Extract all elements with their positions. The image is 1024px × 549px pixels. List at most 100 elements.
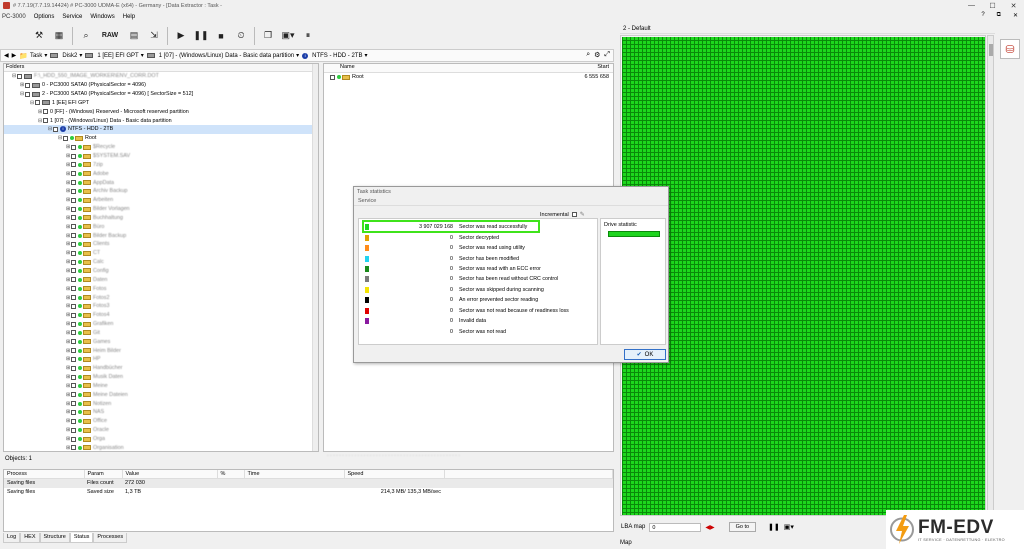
column-name[interactable]: Name bbox=[324, 64, 568, 72]
tree-item[interactable]: ⊞ Büro bbox=[4, 222, 318, 231]
table-row[interactable]: Saving files Files count 272 030 bbox=[4, 478, 613, 488]
item-checkbox[interactable] bbox=[71, 286, 76, 292]
sector-map[interactable] bbox=[620, 35, 986, 516]
tree-item[interactable]: ⊞ Arbeiten bbox=[4, 196, 318, 205]
tree-item[interactable]: ⊞ AppData bbox=[4, 178, 318, 187]
item-checkbox[interactable] bbox=[25, 82, 30, 88]
item-checkbox[interactable] bbox=[71, 436, 76, 442]
tree-item[interactable]: ⊞ 7zip bbox=[4, 160, 318, 169]
minimize-button[interactable]: — bbox=[961, 0, 982, 11]
item-checkbox[interactable] bbox=[43, 109, 48, 115]
tree-item[interactable]: ⊟ 1 [EE] EFI GPT bbox=[4, 99, 318, 108]
settings-icon[interactable]: ⚙ bbox=[594, 51, 600, 59]
item-checkbox[interactable] bbox=[71, 374, 76, 380]
back-icon[interactable]: ◀ bbox=[4, 52, 9, 59]
lba-input[interactable]: 0 bbox=[649, 522, 702, 532]
item-checkbox[interactable] bbox=[71, 348, 76, 354]
tree-item[interactable]: ⊞ Musik Daten bbox=[4, 373, 318, 382]
pause-icon[interactable]: ❚❚ bbox=[768, 523, 780, 531]
tree-item[interactable]: ⊞ CT bbox=[4, 249, 318, 258]
item-checkbox[interactable] bbox=[71, 180, 76, 186]
menu-help[interactable]: Help bbox=[119, 14, 139, 20]
item-checkbox[interactable] bbox=[71, 312, 76, 318]
tree-item[interactable]: ⊞ Buchhaltung bbox=[4, 214, 318, 223]
item-checkbox[interactable] bbox=[71, 224, 76, 230]
tree-item[interactable]: ⊞ Bilder Vorlagen bbox=[4, 205, 318, 214]
tree-item[interactable]: ⊞ Organisation bbox=[4, 443, 318, 451]
item-checkbox[interactable] bbox=[71, 162, 76, 168]
item-checkbox[interactable] bbox=[71, 427, 76, 433]
item-checkbox[interactable] bbox=[71, 215, 76, 221]
tree-item[interactable]: ⊞ Meine Dateien bbox=[4, 390, 318, 399]
tree-item[interactable]: ⊞ Clients bbox=[4, 240, 318, 249]
tree-item[interactable]: ⊞ Grafiken bbox=[4, 320, 318, 329]
tree-item[interactable]: ⊞ Fotos3 bbox=[4, 302, 318, 311]
edit-icon[interactable]: ✎ bbox=[580, 211, 585, 218]
item-checkbox[interactable] bbox=[25, 91, 30, 97]
item-checkbox[interactable] bbox=[71, 171, 76, 177]
sector-icon[interactable]: ▤ bbox=[125, 27, 143, 45]
tree-item[interactable]: ⊞ Config bbox=[4, 267, 318, 276]
item-checkbox[interactable] bbox=[71, 268, 76, 274]
calendar-icon[interactable]: ▦ bbox=[50, 27, 68, 45]
tab-log[interactable]: Log bbox=[3, 533, 21, 543]
tree-item[interactable]: ⊞ Adobe bbox=[4, 169, 318, 178]
search-icon[interactable]: ⌕ bbox=[586, 51, 590, 59]
item-checkbox[interactable] bbox=[71, 339, 76, 345]
item-checkbox[interactable] bbox=[71, 330, 76, 336]
tree-item[interactable]: ⊞ Archiv Backup bbox=[4, 187, 318, 196]
item-checkbox[interactable] bbox=[71, 153, 76, 159]
map-scrollbar[interactable] bbox=[987, 35, 994, 516]
item-checkbox[interactable] bbox=[35, 100, 40, 106]
play-icon[interactable]: ▶ bbox=[172, 27, 190, 45]
tree-item[interactable]: ⊞ $SYSTEM.SAV bbox=[4, 152, 318, 161]
list-item[interactable]: Root 6 555 658 bbox=[324, 73, 613, 81]
breadcrumb-partition1[interactable]: 1 [EE] EFI GPT ▾ bbox=[85, 52, 144, 59]
tree-item[interactable]: ⊞ HP bbox=[4, 355, 318, 364]
expand-icon[interactable]: ⤢ bbox=[604, 51, 610, 59]
help-icon[interactable]: ? bbox=[977, 12, 988, 19]
tab-structure[interactable]: Structure bbox=[39, 533, 70, 543]
item-checkbox[interactable] bbox=[71, 295, 76, 301]
tree-item[interactable]: ⊞ Heim Bilder bbox=[4, 346, 318, 355]
col-value[interactable]: Value bbox=[122, 470, 218, 479]
stop-icon[interactable]: ■ bbox=[212, 27, 230, 45]
tree-item[interactable]: ⊞ Fotos4 bbox=[4, 311, 318, 320]
item-checkbox[interactable] bbox=[71, 356, 76, 362]
col-extra[interactable] bbox=[444, 470, 613, 479]
tree-item[interactable]: ⊞ NAS bbox=[4, 408, 318, 417]
tree-item[interactable]: ⊞ Git bbox=[4, 328, 318, 337]
maximize-button[interactable]: ☐ bbox=[982, 0, 1003, 11]
tree-item[interactable]: ⊞ Calc bbox=[4, 258, 318, 267]
item-checkbox[interactable] bbox=[71, 233, 76, 239]
item-checkbox[interactable] bbox=[71, 409, 76, 415]
col-speed[interactable]: Speed bbox=[344, 470, 445, 479]
tree-item[interactable]: ⊟ Root bbox=[4, 134, 318, 143]
item-checkbox[interactable] bbox=[330, 74, 335, 80]
goto-button[interactable]: Go to bbox=[728, 522, 757, 532]
col-time[interactable]: Time bbox=[244, 470, 345, 479]
tree-item[interactable]: ⊞ $Recycle bbox=[4, 143, 318, 152]
tree-item[interactable]: ⊞ Daten bbox=[4, 275, 318, 284]
close-button[interactable]: ✕ bbox=[1003, 0, 1024, 11]
split-icon[interactable]: ⏸ bbox=[299, 27, 317, 45]
tree-item[interactable]: ⊟ F:\_HDD_550_IMAGE_WORKER\ENV_CORR.DOT bbox=[4, 72, 318, 81]
breadcrumb-volume[interactable]: i NTFS - HDD - 2TB ▾ bbox=[302, 52, 368, 59]
item-checkbox[interactable] bbox=[71, 392, 76, 398]
copy-icon[interactable]: ❐ bbox=[259, 27, 277, 45]
column-start[interactable]: Start bbox=[568, 64, 613, 72]
item-checkbox[interactable] bbox=[53, 126, 58, 132]
item-checkbox[interactable] bbox=[71, 277, 76, 283]
item-checkbox[interactable] bbox=[63, 135, 68, 141]
tree-item[interactable]: ⊞ 0 - PC3000 SATA0 (PhysicalSector = 4096… bbox=[4, 81, 318, 90]
folders-scrollbar[interactable] bbox=[312, 64, 318, 451]
tab-hex[interactable]: HEX bbox=[20, 533, 40, 543]
breadcrumb-partition2[interactable]: 1 [07] - (Windows/Linux) Data - Basic da… bbox=[146, 52, 299, 59]
menu-windows[interactable]: Windows bbox=[86, 14, 118, 20]
drive-icon[interactable]: ⛁ bbox=[1000, 39, 1020, 59]
raw-button[interactable]: RAW bbox=[97, 27, 123, 45]
forward-icon[interactable]: ▶ bbox=[12, 52, 17, 59]
tree-item[interactable]: ⊞ Fotos bbox=[4, 284, 318, 293]
item-checkbox[interactable] bbox=[71, 445, 76, 451]
menu-service[interactable]: Service bbox=[58, 14, 86, 20]
